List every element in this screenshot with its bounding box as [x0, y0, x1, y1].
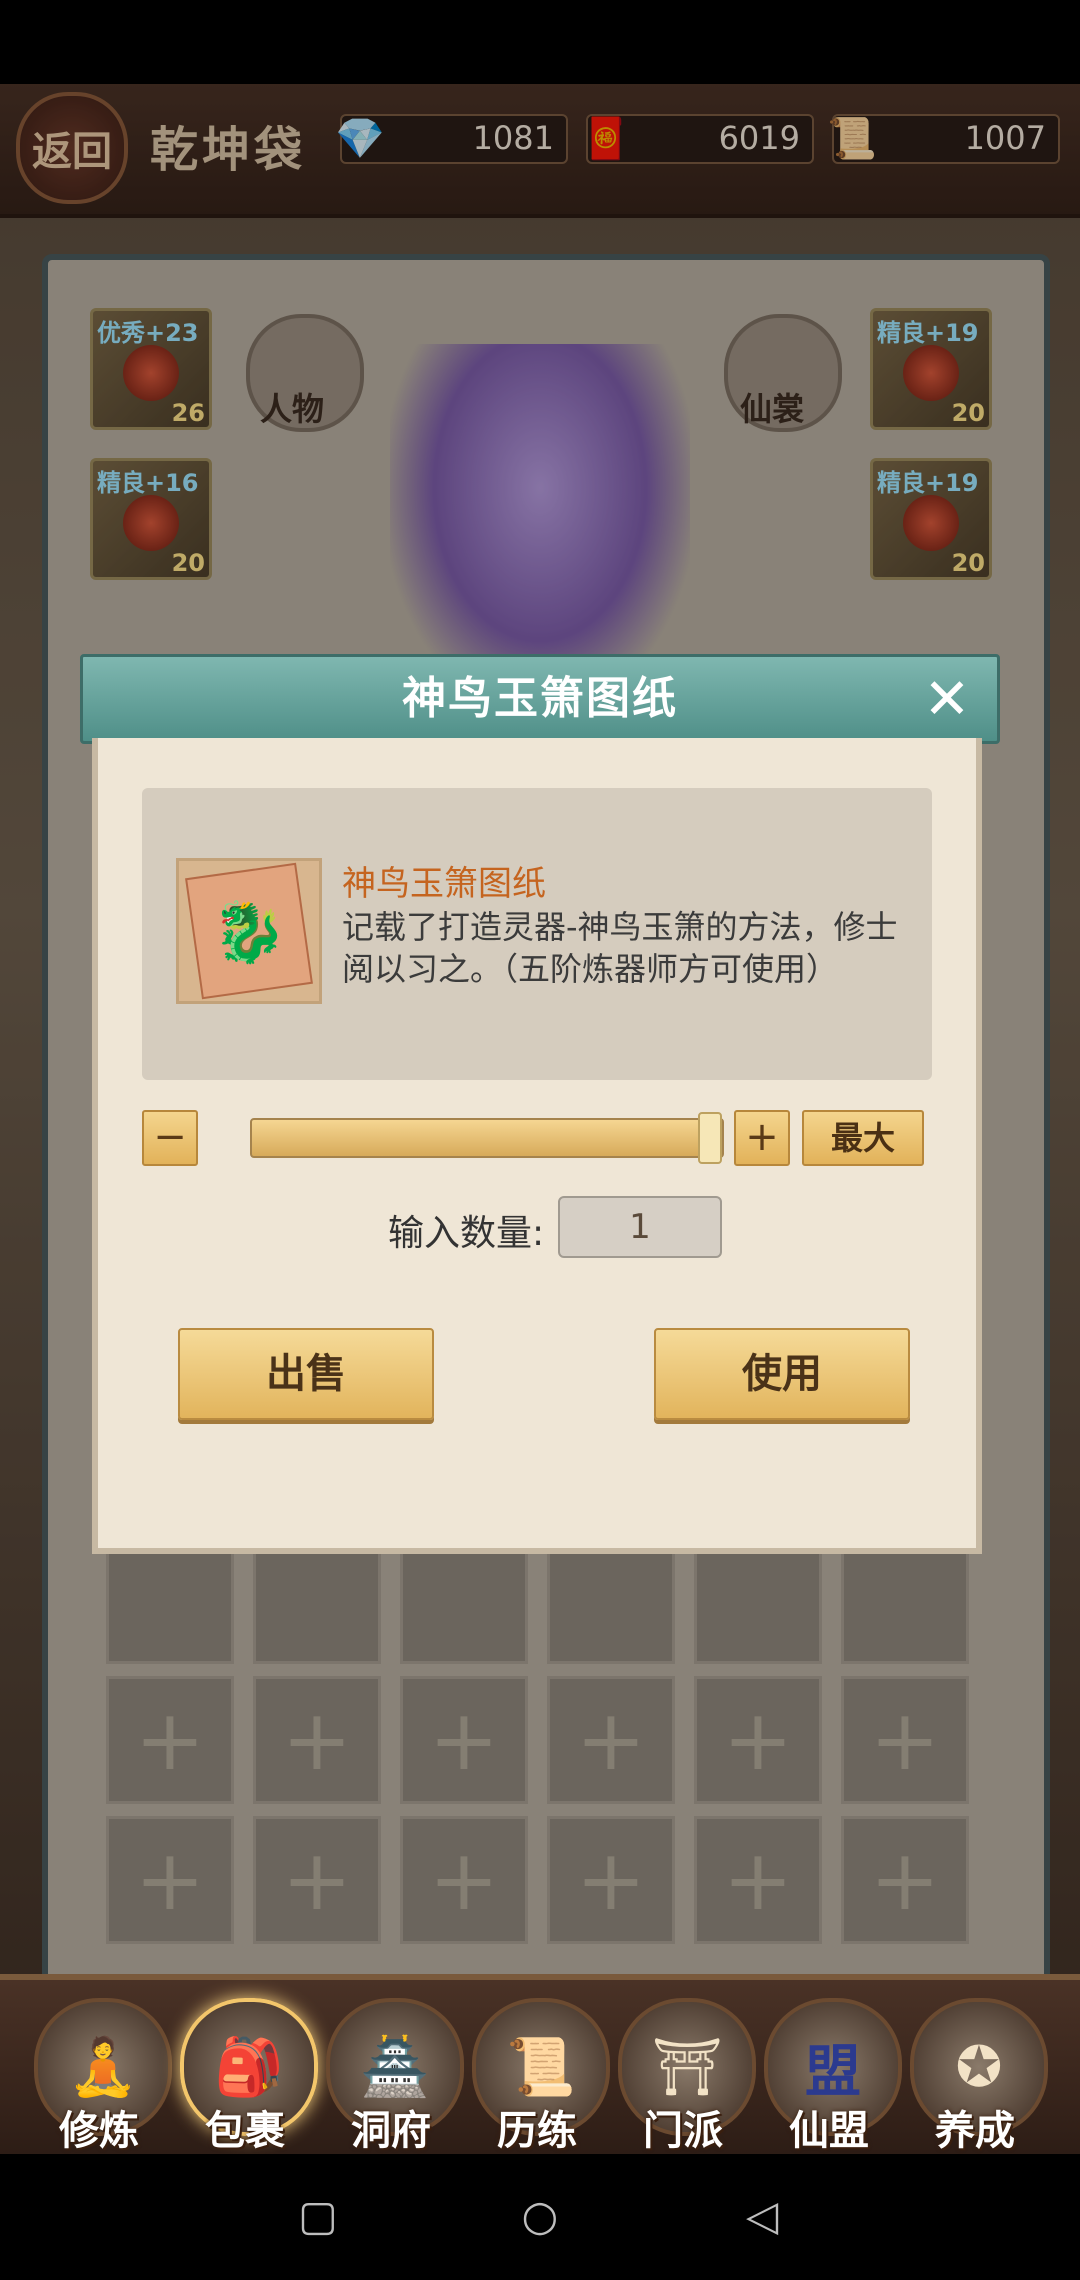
nav-label: 历练 — [497, 2108, 577, 2154]
dialog-title: 神鸟玉箫图纸 — [402, 673, 678, 724]
status-bar — [0, 0, 1080, 84]
dialog-body: 🐉 神鸟玉箫图纸 记载了打造灵器-神鸟玉箫的方法，修士阅以习之。（五阶炼器师方可… — [92, 738, 982, 1554]
item-info-box: 🐉 神鸟玉箫图纸 记载了打造灵器-神鸟玉箫的方法，修士阅以习之。（五阶炼器师方可… — [142, 788, 932, 1080]
decrease-button[interactable]: − — [142, 1110, 198, 1166]
home-icon[interactable]: ○ — [518, 2194, 562, 2238]
alliance-badge: 盟 — [805, 2039, 861, 2105]
nav-label: 门派 — [643, 2108, 723, 2154]
nav-training[interactable]: 📜 历练 — [472, 1998, 610, 2154]
nav-label: 仙盟 — [789, 2108, 869, 2154]
quantity-label: 输入数量: — [388, 1213, 545, 1254]
nav-label: 修炼 — [59, 2108, 139, 2154]
slider-thumb[interactable] — [698, 1112, 722, 1164]
nav-develop[interactable]: ✪ 养成 — [910, 1998, 1048, 2154]
item-dialog: 神鸟玉箫图纸 ✕ 🐉 神鸟玉箫图纸 记载了打造灵器-神鸟玉箫的方法，修士阅以习之… — [80, 654, 1000, 1554]
dialog-header: 神鸟玉箫图纸 ✕ — [80, 654, 1000, 744]
nav-cultivate[interactable]: 🧘 修炼 — [34, 1998, 172, 2154]
use-button[interactable]: 使用 — [654, 1328, 910, 1420]
bottom-navigation: 🧘 修炼 🎒 包裹 🏯 洞府 📜 历练 ⛩ 门派 盟 仙盟 ✪ 养成 — [0, 1974, 1080, 2154]
nav-bag[interactable]: 🎒 包裹 — [180, 1998, 318, 2154]
nav-alliance[interactable]: 盟 仙盟 — [764, 1998, 902, 2154]
game-screen: 返回 乾坤袋 💎 1081 🧧 6019 📜 1007 优秀+23 26 精良+… — [0, 84, 1080, 2154]
nav-cave[interactable]: 🏯 洞府 — [326, 1998, 464, 2154]
nav-label: 包裹 — [205, 2108, 285, 2154]
item-name: 神鸟玉箫图纸 — [342, 864, 546, 904]
item-icon-frame: 🐉 — [176, 858, 322, 1004]
max-button[interactable]: 最大 — [802, 1110, 924, 1166]
sell-button[interactable]: 出售 — [178, 1328, 434, 1420]
nav-sect[interactable]: ⛩ 门派 — [618, 1998, 756, 2154]
item-description: 记载了打造灵器-神鸟玉箫的方法，修士阅以习之。（五阶炼器师方可使用） — [342, 908, 898, 988]
quantity-input[interactable]: 1 — [558, 1196, 722, 1258]
nav-label: 养成 — [935, 2108, 1015, 2154]
blueprint-icon: 🐉 — [185, 862, 313, 1000]
close-icon[interactable]: ✕ — [915, 667, 979, 732]
increase-button[interactable]: + — [734, 1110, 790, 1166]
quantity-slider[interactable] — [250, 1112, 724, 1164]
recent-apps-icon[interactable]: ▢ — [296, 2194, 340, 2238]
nav-label: 洞府 — [351, 2108, 431, 2154]
back-icon[interactable]: ◁ — [740, 2194, 784, 2238]
system-nav-bar: ▢ ○ ◁ — [0, 2154, 1080, 2280]
